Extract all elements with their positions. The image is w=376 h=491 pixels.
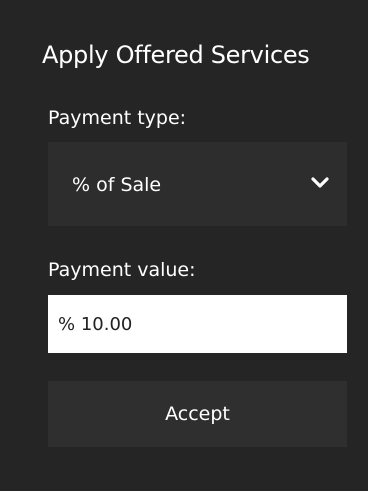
panel-title: Apply Offered Services (42, 41, 310, 69)
payment-type-selected-value: % of Sale (72, 174, 162, 196)
accept-button[interactable]: Accept (48, 381, 347, 447)
payment-type-select[interactable]: % of Sale (48, 142, 347, 226)
payment-value-input[interactable] (48, 295, 347, 353)
chevron-down-icon (311, 177, 329, 188)
payment-type-label: Payment type: (48, 107, 187, 129)
apply-offered-services-panel: Apply Offered Services Payment type: % o… (0, 0, 368, 491)
payment-value-label: Payment value: (48, 259, 196, 281)
